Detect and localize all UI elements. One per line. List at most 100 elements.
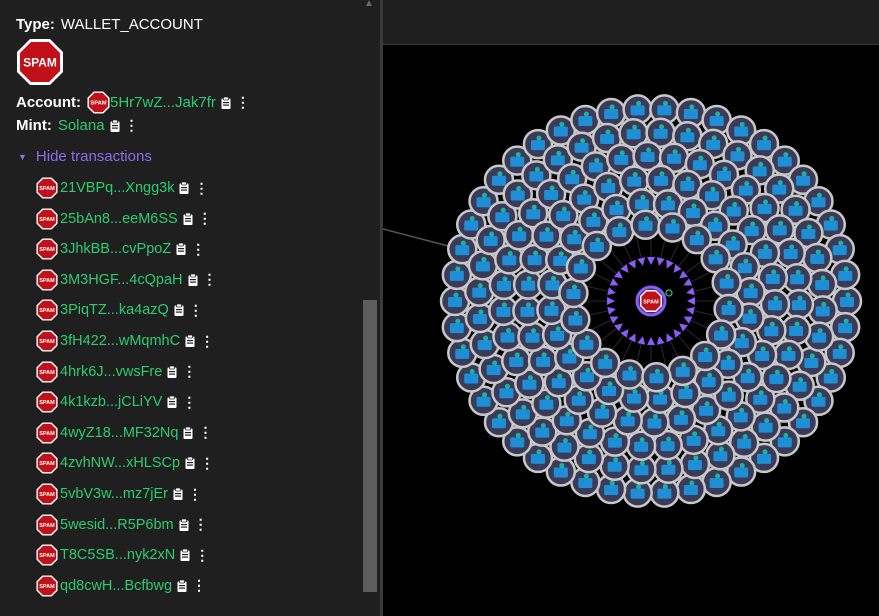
- wallet-node[interactable]: [641, 362, 672, 393]
- wallet-icon: [713, 451, 728, 462]
- transaction-item: SPAM T8C5SB...nyk2xN ⋮: [36, 544, 209, 566]
- wallet-icon: [757, 453, 772, 464]
- clipboard-icon[interactable]: [185, 457, 195, 470]
- type-value: WALLET_ACCOUNT: [60, 16, 203, 33]
- clipboard-icon[interactable]: [167, 396, 177, 409]
- svg-text:SPAM: SPAM: [39, 370, 55, 376]
- account-link[interactable]: 5Hr7wZ...Jak7fr: [110, 94, 216, 111]
- clipboard-icon[interactable]: [179, 182, 189, 194]
- transaction-link[interactable]: 3PiqTZ...ka4azQ: [60, 302, 169, 318]
- wallet-node[interactable]: [595, 97, 627, 129]
- spam-stop-icon: SPAM: [36, 177, 58, 199]
- more-vert-icon[interactable]: ⋮: [198, 424, 212, 441]
- wallet-icon: [562, 353, 577, 364]
- wallet-icon: [630, 488, 645, 499]
- wallet-node[interactable]: [558, 277, 589, 309]
- transaction-link[interactable]: 25bAn8...eeM6SS: [60, 211, 178, 227]
- transaction-link[interactable]: 4k1kzb...jCLiYV: [60, 394, 162, 410]
- wallet-node[interactable]: [630, 209, 661, 240]
- wallet-icon: [551, 378, 566, 389]
- clipboard-icon[interactable]: [183, 426, 193, 439]
- wallet-node[interactable]: [560, 304, 591, 335]
- wallet-icon: [740, 373, 755, 384]
- wallet-icon: [788, 205, 803, 216]
- more-vert-icon[interactable]: ⋮: [188, 486, 202, 503]
- hide-transactions-toggle[interactable]: ▼ Hide transactions: [18, 148, 152, 165]
- transaction-link[interactable]: 3JhkBB...cvPpoZ: [60, 241, 171, 257]
- more-vert-icon[interactable]: ⋮: [194, 180, 208, 197]
- spam-stop-icon: SPAM: [36, 422, 58, 444]
- wallet-icon: [512, 231, 527, 242]
- transaction-link[interactable]: 3M3HGF...4cQpaH: [60, 272, 183, 288]
- transaction-link[interactable]: 4hrk6J...vwsFre: [60, 364, 162, 380]
- wallet-icon: [553, 255, 568, 266]
- clipboard-icon[interactable]: [221, 96, 231, 109]
- wallet-icon: [647, 418, 662, 429]
- more-vert-icon[interactable]: ⋮: [200, 333, 214, 350]
- wallet-node[interactable]: [665, 403, 697, 435]
- transaction-link[interactable]: 4wyZ18...MF32Nq: [60, 425, 178, 441]
- graph-canvas[interactable]: SPAM: [383, 45, 879, 616]
- center-node[interactable]: SPAM: [635, 285, 673, 317]
- more-vert-icon[interactable]: ⋮: [182, 394, 196, 411]
- wallet-icon: [653, 128, 668, 139]
- scrollbar-thumb[interactable]: [363, 300, 377, 592]
- graph-svg[interactable]: SPAM: [383, 45, 879, 616]
- wallet-node[interactable]: [604, 215, 635, 247]
- more-vert-icon[interactable]: ⋮: [182, 363, 196, 380]
- clipboard-icon[interactable]: [174, 304, 184, 317]
- more-vert-icon[interactable]: ⋮: [125, 117, 139, 134]
- clipboard-icon[interactable]: [183, 212, 193, 225]
- more-vert-icon[interactable]: ⋮: [200, 455, 214, 472]
- clipboard-icon[interactable]: [176, 243, 186, 256]
- wallet-icon: [777, 403, 792, 414]
- scroll-up-arrow-icon[interactable]: ▲: [364, 0, 374, 9]
- wallet-icon: [744, 226, 759, 237]
- wallet-icon: [832, 245, 847, 256]
- transaction-link[interactable]: 21VBPq...Xngg3k: [60, 180, 174, 196]
- spam-stop-icon: SPAM: [36, 544, 58, 566]
- wallet-icon: [730, 151, 745, 162]
- transaction-link[interactable]: 5wesid...R5P6bm: [60, 517, 174, 533]
- more-vert-icon[interactable]: ⋮: [194, 516, 208, 533]
- transaction-link[interactable]: T8C5SB...nyk2xN: [60, 547, 175, 563]
- transaction-link[interactable]: 4zvhNW...xHLSCp: [60, 455, 180, 471]
- wallet-icon: [578, 116, 593, 127]
- more-vert-icon[interactable]: ⋮: [203, 271, 217, 288]
- wallet-icon: [502, 255, 517, 266]
- wallet-icon: [665, 223, 680, 234]
- mint-link[interactable]: Solana: [58, 117, 105, 134]
- clipboard-icon[interactable]: [180, 549, 190, 562]
- transaction-link[interactable]: 3fH422...wMqmhC: [60, 333, 180, 349]
- wallet-icon: [604, 108, 619, 119]
- transaction-item: SPAM qd8cwH...Bcfbwg ⋮: [36, 575, 206, 597]
- transaction-link[interactable]: qd8cwH...Bcfbwg: [60, 578, 172, 594]
- wallet-icon: [475, 261, 490, 272]
- transaction-link[interactable]: 5vbV3w...mz7jEr: [60, 486, 168, 502]
- wallet-node[interactable]: [713, 293, 744, 325]
- wallet-node[interactable]: [675, 473, 707, 505]
- wallet-node[interactable]: [711, 267, 742, 298]
- wallet-icon: [526, 209, 541, 220]
- more-vert-icon[interactable]: ⋮: [191, 241, 205, 258]
- more-vert-icon[interactable]: ⋮: [189, 302, 203, 319]
- wallet-icon: [630, 105, 645, 116]
- clipboard-icon[interactable]: [110, 119, 120, 132]
- more-vert-icon[interactable]: ⋮: [195, 547, 209, 564]
- wallet-node[interactable]: [667, 355, 698, 387]
- wallet-icon: [607, 437, 622, 448]
- more-vert-icon[interactable]: ⋮: [192, 577, 206, 594]
- clipboard-icon[interactable]: [167, 365, 177, 378]
- spam-stop-icon: SPAM: [87, 91, 110, 114]
- wallet-node[interactable]: [806, 268, 838, 300]
- clipboard-icon[interactable]: [185, 335, 195, 347]
- more-vert-icon[interactable]: ⋮: [236, 94, 250, 111]
- more-vert-icon[interactable]: ⋮: [198, 210, 212, 227]
- wallet-node[interactable]: [705, 439, 736, 471]
- clipboard-icon[interactable]: [173, 488, 183, 500]
- wallet-node[interactable]: [775, 237, 806, 269]
- clipboard-icon[interactable]: [188, 273, 198, 286]
- clipboard-icon[interactable]: [177, 579, 187, 592]
- spam-stop-icon: SPAM: [36, 514, 58, 536]
- clipboard-icon[interactable]: [179, 518, 189, 531]
